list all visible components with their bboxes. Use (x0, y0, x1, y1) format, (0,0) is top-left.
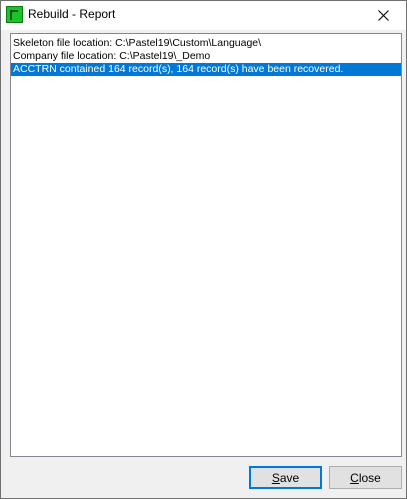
report-line-acctrn-result[interactable]: ACCTRN contained 164 record(s), 164 reco… (11, 63, 401, 76)
close-button-mnemonic: C (350, 470, 359, 485)
close-button[interactable]: Close (329, 466, 402, 489)
save-button-label: ave (279, 470, 300, 485)
save-button-mnemonic: S (271, 470, 280, 485)
close-button-label: lose (358, 470, 381, 485)
save-button[interactable]: Save (249, 466, 322, 489)
window-title: Rebuild - Report (28, 7, 116, 21)
title-bar[interactable]: Rebuild - Report (1, 1, 406, 30)
app-icon (6, 6, 23, 23)
report-line-skeleton-location[interactable]: Skeleton file location: C:\Pastel19\Cust… (11, 37, 401, 50)
window-close-button[interactable] (360, 1, 406, 30)
report-list[interactable]: Skeleton file location: C:\Pastel19\Cust… (10, 33, 402, 457)
close-icon (377, 10, 389, 21)
report-line-company-location[interactable]: Company file location: C:\Pastel19\_Demo (11, 50, 401, 63)
rebuild-report-window: Rebuild - Report Skeleton file location:… (0, 0, 407, 499)
